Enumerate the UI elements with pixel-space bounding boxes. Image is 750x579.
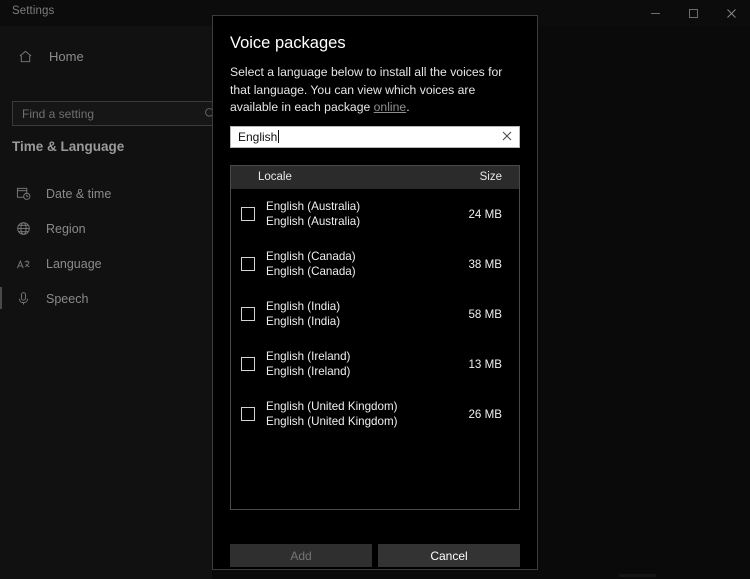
online-link[interactable]: online [374, 100, 407, 114]
row-locale: English (United Kingdom) English (United… [266, 399, 468, 429]
language-icon [14, 255, 32, 273]
row-locale-line2: English (Australia) [266, 215, 361, 228]
row-checkbox[interactable] [241, 357, 255, 371]
row-locale-line1: English (Australia) [266, 200, 361, 213]
window-title: Settings [12, 5, 55, 17]
dialog-title: Voice packages [230, 34, 346, 52]
sidebar-item-speech-label: Speech [46, 291, 89, 306]
column-header-locale: Locale [258, 171, 292, 183]
dialog-buttons: Add Cancel [230, 544, 520, 567]
close-button[interactable] [712, 0, 750, 26]
minimize-button[interactable] [636, 0, 674, 26]
add-button[interactable]: Add [230, 544, 372, 567]
row-checkbox[interactable] [241, 257, 255, 271]
sidebar: Home Find a setting Time & Language Date… [0, 26, 224, 579]
decorative-line [619, 574, 656, 577]
find-a-setting-input[interactable]: Find a setting [12, 101, 224, 126]
locale-list: Locale Size English (Australia) English … [230, 165, 520, 510]
row-locale: English (Ireland) English (Ireland) [266, 349, 468, 379]
sidebar-item-region-label: Region [46, 221, 86, 236]
dialog-description: Select a language below to install all t… [230, 64, 518, 117]
minimize-icon [650, 12, 660, 14]
row-locale-line1: English (Canada) [266, 250, 356, 263]
sidebar-item-language[interactable]: Language [0, 246, 212, 281]
voice-packages-dialog: Voice packages Select a language below t… [212, 15, 538, 570]
row-locale: English (Australia) English (Australia) [266, 199, 468, 229]
window-controls [636, 0, 750, 26]
locale-rows: English (Australia) English (Australia) … [231, 189, 519, 439]
maximize-button[interactable] [674, 0, 712, 26]
row-locale-line1: English (Ireland) [266, 350, 351, 363]
text-caret [278, 130, 280, 143]
dialog-description-period: . [406, 100, 410, 114]
language-search-input[interactable]: English [230, 126, 520, 148]
column-header-size: Size [479, 171, 502, 183]
row-locale: English (Canada) English (Canada) [266, 249, 468, 279]
row-checkbox[interactable] [241, 307, 255, 321]
row-size: 13 MB [468, 357, 502, 371]
row-locale-line1: English (United Kingdom) [266, 400, 398, 413]
screen: Settings 48 MB [0, 0, 750, 579]
sidebar-section-title: Time & Language [12, 139, 125, 154]
sidebar-item-date-time-label: Date & time [46, 186, 112, 201]
cancel-button[interactable]: Cancel [378, 544, 520, 567]
sidebar-item-date-time[interactable]: Date & time [0, 176, 212, 211]
row-size: 58 MB [468, 307, 502, 321]
sidebar-item-home[interactable]: Home [0, 42, 212, 70]
row-locale-line2: English (India) [266, 315, 341, 328]
row-checkbox[interactable] [241, 407, 255, 421]
table-row[interactable]: English (India) English (India) 58 MB [231, 289, 519, 339]
locale-list-header: Locale Size [231, 166, 519, 189]
row-locale-line1: English (India) [266, 300, 341, 313]
find-a-setting-placeholder: Find a setting [22, 107, 95, 121]
table-row[interactable]: English (Australia) English (Australia) … [231, 189, 519, 239]
language-search-value: English [238, 130, 280, 144]
row-locale-line2: English (Canada) [266, 265, 356, 278]
clear-search-icon[interactable] [502, 131, 512, 143]
home-icon [16, 47, 34, 65]
row-locale: English (India) English (India) [266, 299, 468, 329]
table-row[interactable]: English (Canada) English (Canada) 38 MB [231, 239, 519, 289]
sidebar-item-home-label: Home [49, 48, 84, 64]
maximize-icon [688, 8, 698, 18]
sidebar-item-language-label: Language [46, 256, 102, 271]
language-search-text: English [238, 130, 278, 144]
row-size: 24 MB [468, 207, 502, 221]
sidebar-item-region[interactable]: Region [0, 211, 212, 246]
close-icon [726, 8, 736, 18]
row-locale-line2: English (United Kingdom) [266, 415, 398, 428]
sidebar-nav: Date & time Region Language Speech [0, 176, 212, 316]
dialog-description-text: Select a language below to install all t… [230, 65, 503, 114]
globe-icon [14, 220, 32, 238]
table-row[interactable]: English (United Kingdom) English (United… [231, 389, 519, 439]
row-locale-line2: English (Ireland) [266, 365, 351, 378]
row-checkbox[interactable] [241, 207, 255, 221]
microphone-icon [14, 290, 32, 308]
calendar-clock-icon [14, 185, 32, 203]
row-size: 26 MB [468, 407, 502, 421]
table-row[interactable]: English (Ireland) English (Ireland) 13 M… [231, 339, 519, 389]
row-size: 38 MB [468, 257, 502, 271]
sidebar-item-speech[interactable]: Speech [0, 281, 212, 316]
